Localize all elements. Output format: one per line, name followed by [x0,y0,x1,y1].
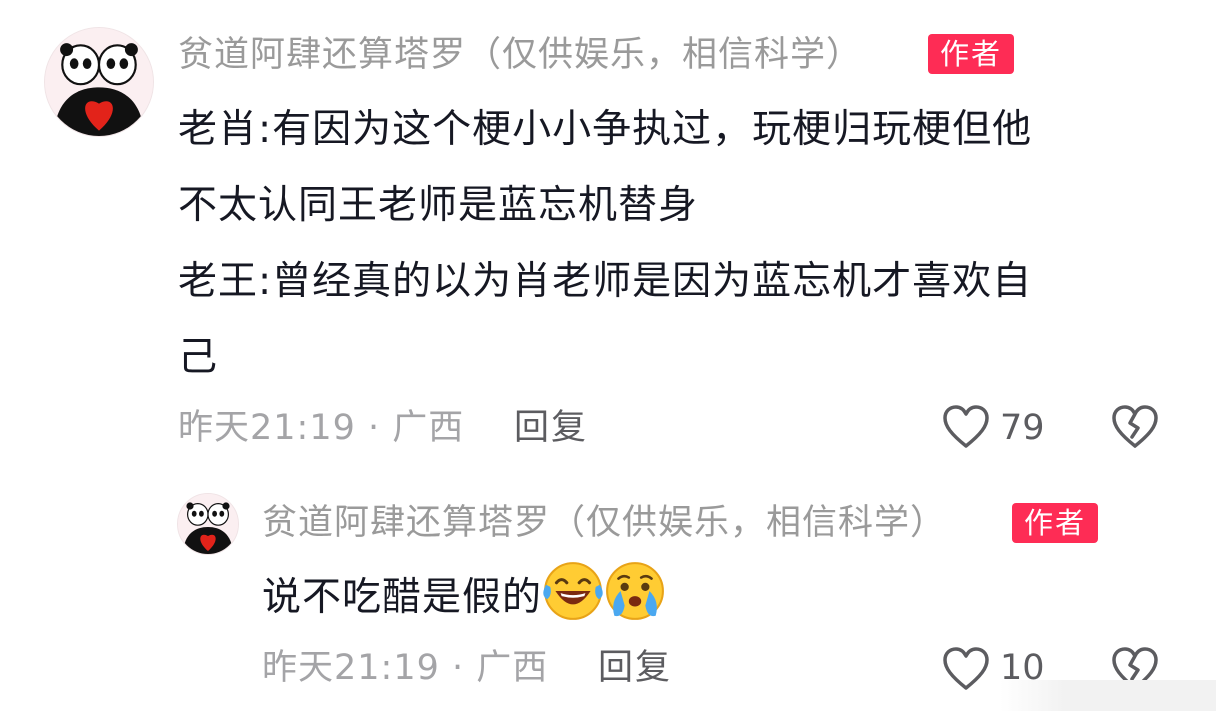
comment-meta: 昨天21:19 · 广西 [262,648,549,688]
comment-username[interactable]: 贫道阿肆还算塔罗（仅供娱乐，相信科学） [262,498,946,548]
comment-line: 老王:曾经真的以为肖老师是因为蓝忘机才喜欢自 [178,259,1033,304]
reply-button[interactable]: 回复 [598,644,672,692]
comment-line: 说不吃醋是假的 [262,575,543,620]
comment-line: 己 [178,335,219,380]
crying-emoji-icon [604,560,666,642]
reply-button[interactable]: 回复 [514,404,588,452]
panda-avatar-icon [45,28,153,136]
comment-line: 老肖:有因为这个梗小小争执过，玩梗归玩梗但他 [178,107,1033,152]
watermark-overlay [1000,680,1216,711]
author-badge: 作者 [928,34,1014,74]
avatar[interactable] [44,27,154,137]
panda-avatar-icon [178,494,238,554]
comment-username[interactable]: 贫道阿肆还算塔罗（仅供娱乐，相信科学） [178,30,862,80]
avatar[interactable] [177,493,239,555]
comment-line: 不太认同王老师是蓝忘机替身 [178,183,699,228]
laughing-crying-emoji-icon [542,560,604,642]
heart-outline-icon[interactable] [941,404,991,450]
comment-text: 老肖:有因为这个梗小小争执过，玩梗归玩梗但他 不太认同王老师是蓝忘机替身 老王:… [178,92,1158,396]
author-badge: 作者 [1012,503,1098,543]
like-count: 79 [1000,408,1045,448]
comment-meta: 昨天21:19 · 广西 [178,408,465,448]
comment-text: 说不吃醋是假的 [262,560,1142,642]
heart-outline-icon[interactable] [941,646,991,692]
broken-heart-icon[interactable] [1110,404,1160,450]
